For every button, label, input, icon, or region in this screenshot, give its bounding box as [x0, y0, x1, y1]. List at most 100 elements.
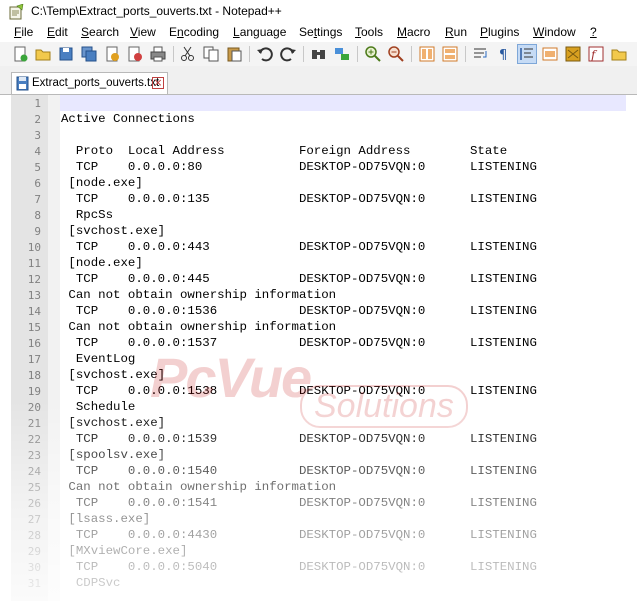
- menu-run[interactable]: Run: [445, 25, 467, 39]
- line-content-area[interactable]: Active Connections: [60, 111, 626, 127]
- line-content-area[interactable]: [60, 95, 626, 111]
- line-content-area[interactable]: TCP 0.0.0.0:1537 DESKTOP-OD75VQN:0 LISTE…: [60, 335, 626, 351]
- editor-pane[interactable]: 1 2 Active Connections 3 4 Proto Local Addre…: [11, 95, 626, 601]
- word-wrap-icon[interactable]: [472, 45, 490, 63]
- editor-line[interactable]: 9 [svchost.exe]: [11, 223, 626, 239]
- line-content-area[interactable]: TCP 0.0.0.0:1540 DESKTOP-OD75VQN:0 LISTE…: [60, 463, 626, 479]
- zoom-out-icon[interactable]: [387, 45, 405, 63]
- open-file-icon[interactable]: [34, 45, 52, 63]
- line-content-area[interactable]: [svchost.exe]: [60, 223, 626, 239]
- editor-line[interactable]: 24 TCP 0.0.0.0:1540 DESKTOP-OD75VQN:0 LI…: [11, 463, 626, 479]
- editor-line[interactable]: 21 [svchost.exe]: [11, 415, 626, 431]
- undo-icon[interactable]: [256, 45, 274, 63]
- line-content-area[interactable]: Can not obtain ownership information: [60, 319, 626, 335]
- close-all-icon[interactable]: [126, 45, 144, 63]
- editor-line[interactable]: 12 TCP 0.0.0.0:445 DESKTOP-OD75VQN:0 LIS…: [11, 271, 626, 287]
- line-content-area[interactable]: TCP 0.0.0.0:443 DESKTOP-OD75VQN:0 LISTEN…: [60, 239, 626, 255]
- editor-line[interactable]: 11 [node.exe]: [11, 255, 626, 271]
- line-content-area[interactable]: TCP 0.0.0.0:135 DESKTOP-OD75VQN:0 LISTEN…: [60, 191, 626, 207]
- line-content-area[interactable]: TCP 0.0.0.0:445 DESKTOP-OD75VQN:0 LISTEN…: [60, 271, 626, 287]
- editor-line[interactable]: 15 Can not obtain ownership information: [11, 319, 626, 335]
- find-icon[interactable]: [310, 45, 328, 63]
- menu-file[interactable]: File: [14, 25, 33, 39]
- editor-line[interactable]: 27 [lsass.exe]: [11, 511, 626, 527]
- indent-guide-icon[interactable]: [517, 44, 537, 64]
- line-content-area[interactable]: RpcSs: [60, 207, 626, 223]
- editor-line[interactable]: 10 TCP 0.0.0.0:443 DESKTOP-OD75VQN:0 LIS…: [11, 239, 626, 255]
- cut-icon[interactable]: [179, 45, 197, 63]
- line-content-area[interactable]: Proto Local Address Foreign Address Stat…: [60, 143, 626, 159]
- line-content-area[interactable]: CDPSvc: [60, 575, 626, 591]
- line-content-area[interactable]: TCP 0.0.0.0:1536 DESKTOP-OD75VQN:0 LISTE…: [60, 303, 626, 319]
- close-icon[interactable]: ×: [152, 77, 164, 89]
- line-content-area[interactable]: TCP 0.0.0.0:4430 DESKTOP-OD75VQN:0 LISTE…: [60, 527, 626, 543]
- function-list-icon[interactable]: f: [587, 45, 605, 63]
- document-map-icon[interactable]: [564, 45, 582, 63]
- editor-line[interactable]: 14 TCP 0.0.0.0:1536 DESKTOP-OD75VQN:0 LI…: [11, 303, 626, 319]
- save-icon[interactable]: [57, 45, 75, 63]
- menu-help[interactable]: ?: [590, 25, 597, 39]
- line-content-area[interactable]: TCP 0.0.0.0:5040 DESKTOP-OD75VQN:0 LISTE…: [60, 559, 626, 575]
- menu-macro[interactable]: Macro: [397, 25, 430, 39]
- menu-search[interactable]: Search: [81, 25, 119, 39]
- line-content-area[interactable]: Schedule: [60, 399, 626, 415]
- editor-line[interactable]: 7 TCP 0.0.0.0:135 DESKTOP-OD75VQN:0 LIST…: [11, 191, 626, 207]
- line-content-area[interactable]: EventLog: [60, 351, 626, 367]
- line-content-area[interactable]: TCP 0.0.0.0:1539 DESKTOP-OD75VQN:0 LISTE…: [60, 431, 626, 447]
- line-content-area[interactable]: [node.exe]: [60, 175, 626, 191]
- show-all-characters-icon[interactable]: ¶: [495, 45, 513, 63]
- editor-line[interactable]: 6 [node.exe]: [11, 175, 626, 191]
- new-file-icon[interactable]: [11, 45, 29, 63]
- line-content-area[interactable]: TCP 0.0.0.0:1541 DESKTOP-OD75VQN:0 LISTE…: [60, 495, 626, 511]
- editor-line[interactable]: 20 Schedule: [11, 399, 626, 415]
- line-content-area[interactable]: [60, 127, 626, 143]
- menu-view[interactable]: View: [130, 25, 156, 39]
- line-content-area[interactable]: Can not obtain ownership information: [60, 479, 626, 495]
- menu-settings[interactable]: Settings: [299, 25, 342, 39]
- editor-line[interactable]: 23 [spoolsv.exe]: [11, 447, 626, 463]
- user-defined-language-icon[interactable]: [541, 45, 559, 63]
- editor-line[interactable]: 3: [11, 127, 626, 143]
- line-content-area[interactable]: [lsass.exe]: [60, 511, 626, 527]
- editor-line[interactable]: 25 Can not obtain ownership information: [11, 479, 626, 495]
- replace-icon[interactable]: [333, 45, 351, 63]
- editor-line[interactable]: 31 CDPSvc: [11, 575, 626, 591]
- editor-line[interactable]: 19 TCP 0.0.0.0:1538 DESKTOP-OD75VQN:0 LI…: [11, 383, 626, 399]
- sync-horizontal-icon[interactable]: [441, 45, 459, 63]
- line-content-area[interactable]: [svchost.exe]: [60, 415, 626, 431]
- line-content-area[interactable]: [node.exe]: [60, 255, 626, 271]
- zoom-in-icon[interactable]: [364, 45, 382, 63]
- editor-line[interactable]: 16 TCP 0.0.0.0:1537 DESKTOP-OD75VQN:0 LI…: [11, 335, 626, 351]
- menu-language[interactable]: Language: [233, 25, 286, 39]
- line-content-area[interactable]: [MXviewCore.exe]: [60, 543, 626, 559]
- save-all-icon[interactable]: [80, 45, 98, 63]
- print-icon[interactable]: [149, 45, 167, 63]
- line-content-area[interactable]: Can not obtain ownership information: [60, 287, 626, 303]
- paste-icon[interactable]: [225, 45, 243, 63]
- editor-line[interactable]: 13 Can not obtain ownership information: [11, 287, 626, 303]
- line-content-area[interactable]: TCP 0.0.0.0:80 DESKTOP-OD75VQN:0 LISTENI…: [60, 159, 626, 175]
- menu-edit[interactable]: Edit: [47, 25, 68, 39]
- menu-encoding[interactable]: Encoding: [169, 25, 219, 39]
- folder-workspace-icon[interactable]: [610, 45, 628, 63]
- editor-line[interactable]: 18 [svchost.exe]: [11, 367, 626, 383]
- editor-line[interactable]: 8 RpcSs: [11, 207, 626, 223]
- sync-vertical-icon[interactable]: [418, 45, 436, 63]
- menu-window[interactable]: Window: [533, 25, 576, 39]
- editor-line[interactable]: 1: [11, 95, 626, 111]
- editor-line[interactable]: 26 TCP 0.0.0.0:1541 DESKTOP-OD75VQN:0 LI…: [11, 495, 626, 511]
- close-file-icon[interactable]: [103, 45, 121, 63]
- redo-icon[interactable]: [279, 45, 297, 63]
- line-content-area[interactable]: [svchost.exe]: [60, 367, 626, 383]
- tab-extract-ports-ouverts[interactable]: Extract_ports_ouverts.txt ×: [11, 72, 168, 94]
- editor-line[interactable]: 28 TCP 0.0.0.0:4430 DESKTOP-OD75VQN:0 LI…: [11, 527, 626, 543]
- editor-line[interactable]: 22 TCP 0.0.0.0:1539 DESKTOP-OD75VQN:0 LI…: [11, 431, 626, 447]
- editor-line[interactable]: 29 [MXviewCore.exe]: [11, 543, 626, 559]
- editor-line[interactable]: 30 TCP 0.0.0.0:5040 DESKTOP-OD75VQN:0 LI…: [11, 559, 626, 575]
- menu-tools[interactable]: Tools: [355, 25, 383, 39]
- editor-line[interactable]: 5 TCP 0.0.0.0:80 DESKTOP-OD75VQN:0 LISTE…: [11, 159, 626, 175]
- editor-line[interactable]: 17 EventLog: [11, 351, 626, 367]
- editor-line[interactable]: 2 Active Connections: [11, 111, 626, 127]
- line-content-area[interactable]: [spoolsv.exe]: [60, 447, 626, 463]
- editor-line[interactable]: 4 Proto Local Address Foreign Address St…: [11, 143, 626, 159]
